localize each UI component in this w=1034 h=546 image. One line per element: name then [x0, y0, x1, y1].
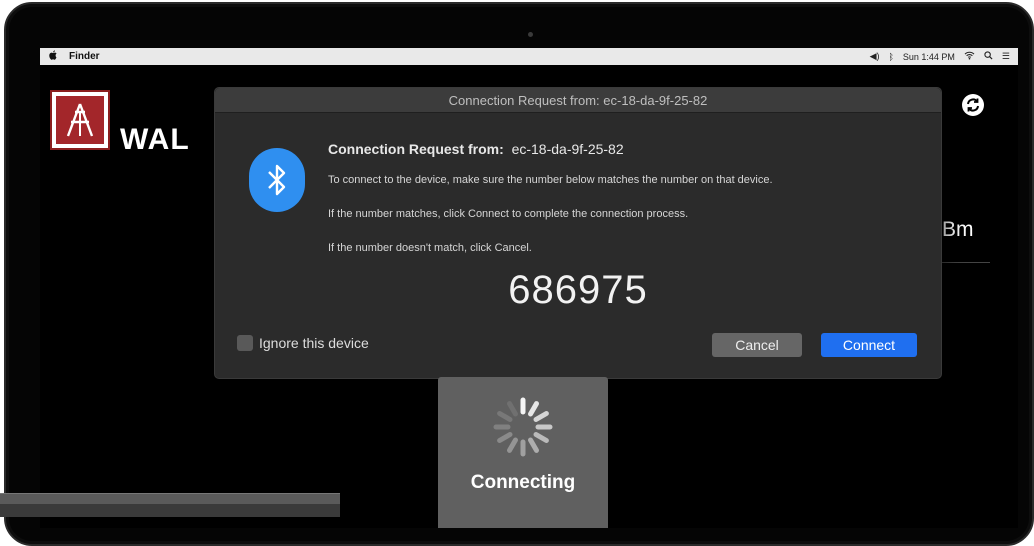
dialog-titlebar[interactable]: Connection Request from: ec-18-da-9f-25-…: [215, 88, 941, 113]
menu-extras: ◀) ᛒ Sun 1:44 PM ☰: [870, 48, 1010, 65]
screen: Finder ◀) ᛒ Sun 1:44 PM ☰ WAL Bm Connect…: [40, 48, 1018, 528]
cancel-button[interactable]: Cancel: [712, 333, 802, 357]
menu-bar: Finder ◀) ᛒ Sun 1:44 PM ☰: [40, 48, 1018, 65]
divider: [940, 262, 990, 263]
ignore-device-label[interactable]: Ignore this device: [259, 335, 369, 351]
instruction-line-1: To connect to the device, make sure the …: [328, 174, 773, 186]
wifi-icon[interactable]: [964, 51, 975, 62]
logo-mark-icon: [66, 103, 94, 137]
menu-app-name[interactable]: Finder: [69, 51, 100, 62]
pairing-code: 686975: [508, 268, 648, 312]
panel-highlight: [0, 494, 340, 504]
volume-icon[interactable]: ◀): [870, 51, 880, 62]
ignore-device-checkbox[interactable]: [237, 335, 253, 351]
signal-value-fragment: Bm: [942, 218, 974, 241]
heading-label: Connection Request from:: [328, 141, 504, 157]
camera: [528, 32, 533, 37]
connecting-label: Connecting: [470, 472, 576, 493]
lower-left-panel: [0, 493, 340, 517]
spinner-icon: [493, 397, 553, 457]
list-icon[interactable]: ☰: [1002, 51, 1010, 62]
device-address: ec-18-da-9f-25-82: [511, 141, 624, 157]
ignore-device-option[interactable]: Ignore this device: [237, 335, 369, 351]
instruction-line-2: If the number matches, click Connect to …: [328, 208, 689, 220]
connecting-overlay: Connecting: [438, 377, 608, 528]
connect-button[interactable]: Connect: [821, 333, 917, 357]
dialog-heading: Connection Request from: ec-18-da-9f-25-…: [328, 141, 624, 157]
instruction-line-3: If the number doesn't match, click Cance…: [328, 242, 532, 254]
bluetooth-pairing-dialog: Connection Request from: ec-18-da-9f-25-…: [214, 87, 942, 379]
refresh-icon[interactable]: [960, 92, 986, 118]
bluetooth-icon[interactable]: ᛒ: [888, 52, 893, 62]
apple-icon[interactable]: [49, 50, 63, 63]
search-icon[interactable]: [984, 51, 993, 62]
app-logo: [50, 90, 110, 150]
app-title: WAL: [120, 123, 190, 156]
bluetooth-icon: [249, 148, 305, 212]
menu-clock[interactable]: Sun 1:44 PM: [903, 52, 955, 62]
